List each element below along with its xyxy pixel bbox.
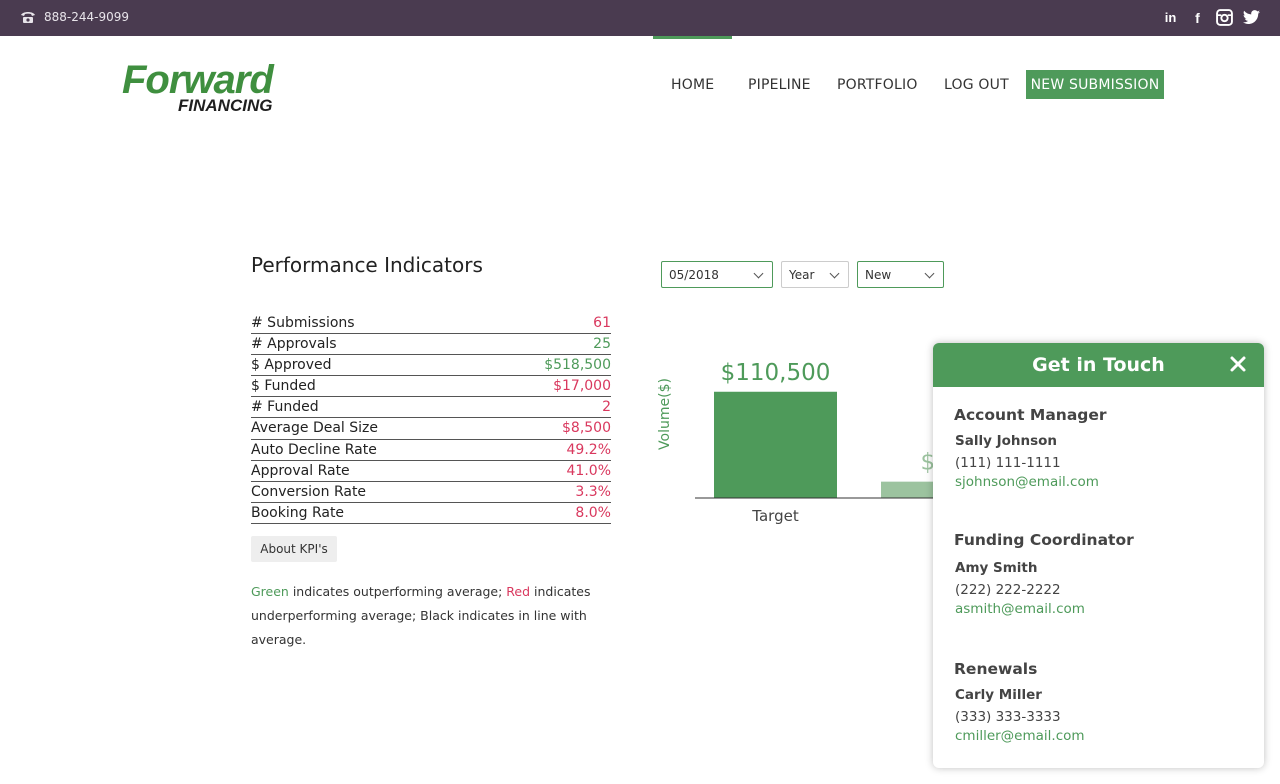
nav-log-out[interactable]: LOG OUT [944, 77, 1009, 93]
contact-role: Funding Coordinator [954, 531, 1134, 549]
kpi-row: $ Funded $17,000 [251, 376, 611, 398]
kpi-label: # Approvals [251, 336, 337, 353]
nav-active-indicator [653, 36, 732, 39]
kpi-row: # Approvals 25 [251, 334, 611, 356]
kpi-color-legend: Green indicates outperforming average; R… [251, 580, 611, 652]
linkedin-icon[interactable]: in [1162, 9, 1179, 26]
kpi-value: 61 [593, 315, 611, 331]
phone-number: 888-244-9099 [44, 10, 130, 24]
forward-financing-logo[interactable]: Forward FINANCING [122, 60, 292, 120]
data-label: $110,500 [721, 360, 831, 386]
social-links: in f [1162, 9, 1260, 26]
phone-icon [21, 12, 35, 23]
category-label: Target [751, 507, 799, 525]
twitter-icon[interactable] [1243, 9, 1260, 26]
phone-contact[interactable]: 888-244-9099 [20, 10, 129, 24]
performance-indicators-title: Performance Indicators [251, 253, 483, 277]
kpi-value: 49.2% [566, 441, 611, 458]
kpi-label: Auto Decline Rate [251, 441, 377, 458]
period-select-value: Year [789, 267, 815, 282]
kpi-value: $518,500 [544, 357, 611, 374]
instagram-icon[interactable] [1216, 9, 1233, 26]
kpi-label: $ Funded [251, 378, 316, 395]
contact-email[interactable]: asmith@email.com [955, 601, 1085, 617]
month-select-value: 05/2018 [669, 267, 719, 282]
get-in-touch-title: Get in Touch [1032, 354, 1165, 376]
y-axis-label: Volume($) [657, 378, 673, 450]
nav-pipeline[interactable]: PIPELINE [748, 77, 811, 93]
kpi-label: # Submissions [251, 315, 355, 331]
contact-name: Amy Smith [955, 560, 1038, 576]
contact-phone[interactable]: (111) 111-1111 [955, 455, 1061, 471]
chevron-down-icon [829, 268, 840, 279]
get-in-touch-header: Get in Touch [933, 343, 1264, 387]
volume-bar-chart: Volume($)$110,500Target$17Ac [657, 360, 950, 525]
kpi-row: Auto Decline Rate 49.2% [251, 440, 611, 461]
contact-role: Account Manager [954, 406, 1107, 424]
contact-name: Sally Johnson [955, 433, 1058, 449]
kpi-value: 8.0% [575, 504, 611, 521]
contact-name: Carly Miller [955, 687, 1042, 703]
kpi-row: Booking Rate 8.0% [251, 503, 611, 524]
contact-email[interactable]: sjohnson@email.com [955, 474, 1099, 490]
kpi-value: $8,500 [562, 420, 611, 437]
facebook-icon[interactable]: f [1189, 9, 1206, 26]
kpi-value: 2 [602, 399, 611, 416]
kpi-label: Approval Rate [251, 462, 350, 479]
kpi-table: # Submissions 61 # Approvals 25 $ Approved $5… [251, 313, 611, 524]
kpi-label: # Funded [251, 399, 319, 416]
get-in-touch-panel: Get in Touch Account Manager Sally Johns… [933, 343, 1264, 768]
contact-email[interactable]: cmiller@email.com [955, 728, 1085, 744]
kpi-row: # Funded 2 [251, 397, 611, 419]
contact-phone[interactable]: (222) 222-2222 [955, 582, 1061, 598]
kpi-row: $ Approved $518,500 [251, 355, 611, 377]
type-select[interactable]: New [857, 261, 944, 288]
bar [714, 391, 837, 498]
kpi-label: Conversion Rate [251, 483, 367, 500]
logo-subtitle: FINANCING [178, 96, 273, 115]
about-kpis-button[interactable]: About KPI's [251, 536, 337, 562]
chevron-down-icon [753, 268, 764, 279]
contact-phone[interactable]: (333) 333-3333 [955, 709, 1061, 725]
kpi-value: 25 [593, 336, 611, 353]
top-bar: 888-244-9099 in f [0, 0, 1280, 36]
legend-text-part1: indicates outperforming average; [288, 584, 507, 599]
kpi-value: 3.3% [575, 483, 611, 500]
legend-green-word: Green [251, 584, 289, 599]
close-icon[interactable] [1228, 354, 1248, 374]
kpi-value: $17,000 [553, 378, 611, 395]
kpi-row: Average Deal Size $8,500 [251, 418, 611, 440]
nav-portfolio[interactable]: PORTFOLIO [837, 77, 918, 93]
month-select[interactable]: 05/2018 [661, 261, 773, 288]
type-select-value: New [865, 267, 892, 282]
kpi-label: $ Approved [251, 357, 332, 374]
legend-red-word: Red [506, 584, 531, 599]
kpi-row: # Submissions 61 [251, 313, 611, 335]
nav-home[interactable]: HOME [671, 77, 714, 93]
kpi-label: Booking Rate [251, 504, 345, 521]
period-select[interactable]: Year [781, 261, 849, 288]
chevron-down-icon [924, 268, 935, 279]
kpi-value: 41.0% [566, 462, 611, 479]
kpi-row: Approval Rate 41.0% [251, 461, 611, 482]
kpi-label: Average Deal Size [251, 420, 378, 437]
contact-role: Renewals [954, 660, 1038, 678]
kpi-row: Conversion Rate 3.3% [251, 482, 611, 503]
new-submission-button[interactable]: NEW SUBMISSION [1026, 70, 1164, 99]
logo-wordmark: Forward [122, 58, 274, 102]
